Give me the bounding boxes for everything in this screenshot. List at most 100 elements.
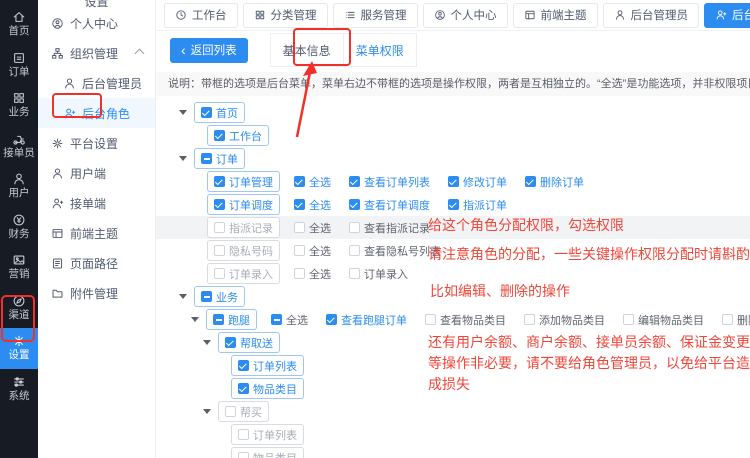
menu-permission-box[interactable]: 订单列表 bbox=[231, 355, 304, 376]
menu-permission-box[interactable]: 隐私号码 bbox=[207, 240, 280, 261]
rail-item-label: 首页 bbox=[9, 26, 30, 38]
detail-tab-基本信息[interactable]: 基本信息 bbox=[270, 33, 344, 67]
sidebar-item-page[interactable]: 页面路径 bbox=[38, 248, 155, 278]
tab-后台角色[interactable]: 后台角色× bbox=[704, 3, 750, 28]
operation-permission[interactable]: 指派订单 bbox=[448, 197, 507, 213]
sidebar-item-person-badge[interactable]: 接单端 bbox=[38, 188, 155, 218]
checkbox-checked bbox=[294, 199, 305, 210]
detail-tab-菜单权限[interactable]: 菜单权限 bbox=[344, 33, 417, 67]
operation-permissions: 全选 订单录入 bbox=[294, 266, 408, 282]
menu-permission-box[interactable]: 订单列表 bbox=[231, 424, 304, 445]
operation-permission[interactable]: 修改订单 bbox=[448, 174, 507, 190]
rail-item-rider[interactable]: 接单员 bbox=[0, 126, 38, 167]
menu-permission-box[interactable]: 物品类目 bbox=[231, 378, 304, 399]
sidebar-item-person[interactable]: 用户端 bbox=[38, 158, 155, 188]
rail-item-marketing[interactable]: 营销 bbox=[0, 247, 38, 288]
operation-permissions: 全选 查看订单列表 修改订单 删除订单 bbox=[294, 174, 584, 190]
operation-permission[interactable]: 全选 bbox=[271, 312, 308, 328]
rail-item-finance[interactable]: 财务 bbox=[0, 207, 38, 248]
sidebar-item-folder[interactable]: 附件管理 bbox=[38, 278, 155, 308]
operation-permission[interactable]: 查看指派记录 bbox=[349, 220, 430, 236]
caret-down-icon[interactable] bbox=[203, 409, 211, 414]
menu-permission-box[interactable]: 帮买 bbox=[218, 401, 269, 422]
checkbox-checked bbox=[201, 107, 212, 118]
sidebar-item-label: 平台设置 bbox=[70, 135, 118, 152]
tab-前端主题[interactable]: 前端主题 bbox=[513, 3, 598, 28]
rail-item-grid[interactable]: 业务 bbox=[0, 85, 38, 126]
sidebar-item-person[interactable]: 后台管理员 bbox=[38, 68, 155, 98]
menu-permission-box[interactable]: 订单调度 bbox=[207, 194, 280, 215]
rail-item-order[interactable]: 订单 bbox=[0, 45, 38, 86]
operation-permission[interactable]: 全选 bbox=[294, 197, 331, 213]
operation-permission[interactable]: 编辑物品类目 bbox=[623, 312, 704, 328]
sidebar-item-gear[interactable]: 平台设置 bbox=[38, 128, 155, 158]
menu-permission-box[interactable]: 跑腿 bbox=[206, 309, 257, 330]
rail-item-home[interactable]: 首页 bbox=[0, 4, 38, 45]
menu-permission-box[interactable]: 帮取送 bbox=[218, 332, 280, 353]
tab-服务管理[interactable]: 服务管理 bbox=[333, 3, 418, 28]
menu-permission-box[interactable]: 订单管理 bbox=[207, 171, 280, 192]
sidebar-item-person-badge[interactable]: 后台角色 bbox=[38, 98, 155, 128]
menu-permission-box[interactable]: 订单 bbox=[194, 148, 245, 169]
caret-down-icon[interactable] bbox=[203, 340, 211, 345]
menu-permission-box[interactable]: 首页 bbox=[194, 102, 245, 123]
operation-permissions: 全选查看隐私号列表 bbox=[294, 243, 441, 259]
sidebar-item-label: 页面路径 bbox=[70, 255, 118, 272]
sidebar-item-person-circle[interactable]: 个人中心 bbox=[38, 8, 155, 38]
menu-permission-label: 订单录入 bbox=[229, 266, 273, 282]
operation-permission[interactable]: 全选 bbox=[294, 174, 331, 190]
checkbox-unchecked bbox=[349, 245, 360, 256]
rail-item-gear[interactable]: 设置 bbox=[0, 328, 38, 369]
operation-permission-label: 全选 bbox=[309, 197, 331, 213]
caret-down-icon[interactable] bbox=[179, 110, 187, 115]
tab-分类管理[interactable]: 分类管理 bbox=[243, 3, 328, 28]
rail-item-system[interactable]: 系统 bbox=[0, 369, 38, 410]
operation-permission[interactable]: 全选 bbox=[294, 266, 331, 282]
caret-down-icon[interactable] bbox=[179, 294, 187, 299]
menu-permission-box[interactable]: 工作台 bbox=[207, 125, 269, 146]
folder-icon bbox=[51, 287, 64, 300]
checkbox-unchecked bbox=[214, 222, 225, 233]
operation-permission[interactable]: 查看订单调度 bbox=[349, 197, 430, 213]
tab-个人中心[interactable]: 个人中心 bbox=[423, 3, 508, 28]
person-icon bbox=[12, 172, 26, 186]
operation-permission[interactable]: 删除物品类目 bbox=[722, 312, 750, 328]
operation-permission[interactable]: 查看订单列表 bbox=[349, 174, 430, 190]
menu-permission-label: 帮取送 bbox=[240, 335, 273, 351]
operation-permission[interactable]: 查看跑腿订单 bbox=[326, 312, 407, 328]
menu-permission-box[interactable]: 物品类目 bbox=[231, 447, 304, 458]
tab-后台管理员[interactable]: 后台管理员 bbox=[603, 3, 700, 28]
checkbox-unchecked bbox=[524, 314, 535, 325]
checkbox-checked bbox=[448, 176, 459, 187]
rail-item-label: 系统 bbox=[9, 391, 30, 403]
menu-permission-box[interactable]: 指派记录 bbox=[207, 217, 280, 238]
operation-permission[interactable]: 添加物品类目 bbox=[524, 312, 605, 328]
operation-permission[interactable]: 全选 bbox=[294, 243, 331, 259]
rail-item-person[interactable]: 用户 bbox=[0, 166, 38, 207]
operation-permission[interactable]: 查看物品类目 bbox=[425, 312, 506, 328]
rail-item-channel[interactable]: 渠道 bbox=[0, 288, 38, 329]
menu-permission-box[interactable]: 订单录入 bbox=[207, 263, 280, 284]
caret-down-icon[interactable] bbox=[191, 317, 199, 322]
operation-permission[interactable]: 全选 bbox=[294, 220, 331, 236]
checkbox-checked bbox=[225, 337, 236, 348]
operation-permission[interactable]: 订单录入 bbox=[349, 266, 408, 282]
checkbox-unchecked bbox=[294, 268, 305, 279]
sidebar-item-org[interactable]: 组织管理 bbox=[38, 38, 155, 68]
person-icon bbox=[63, 77, 76, 90]
menu-permission-box[interactable]: 业务 bbox=[194, 286, 245, 307]
operation-permission[interactable]: 删除订单 bbox=[525, 174, 584, 190]
sidebar-item-theme[interactable]: 前端主题 bbox=[38, 218, 155, 248]
menu-permission-label: 指派记录 bbox=[229, 220, 273, 236]
operation-permission-label: 全选 bbox=[286, 312, 308, 328]
menu-permission-label: 订单 bbox=[216, 151, 238, 167]
menu-permission-label: 物品类目 bbox=[253, 450, 297, 458]
tab-工作台[interactable]: 工作台 bbox=[164, 3, 238, 28]
sidebar-item-label: 前端主题 bbox=[70, 225, 118, 242]
order-icon bbox=[12, 51, 26, 65]
left-rail: 首页订单业务接单员用户财务营销渠道设置系统 bbox=[0, 0, 38, 458]
caret-down-icon[interactable] bbox=[179, 156, 187, 161]
tab-label: 服务管理 bbox=[361, 7, 407, 23]
back-to-list-button[interactable]: ‹ 返回列表 bbox=[170, 38, 248, 63]
operation-permissions: 全选 查看跑腿订单 查看物品类目 添加物品类目 编辑物品类目 删除物品类目 bbox=[271, 312, 750, 328]
